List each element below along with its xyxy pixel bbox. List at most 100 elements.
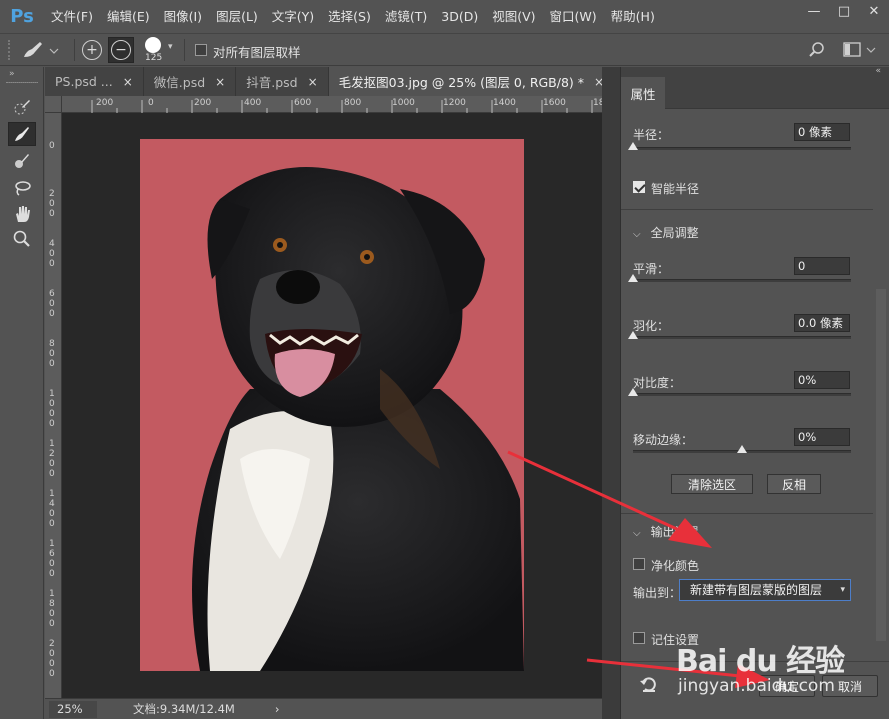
output-to-select[interactable]: 新建带有图层蒙版的图层 ▾ (679, 579, 851, 601)
baidu-watermark: Bai du 经验 jingyan.baidu.com (676, 636, 845, 696)
close-tab-icon[interactable]: × (215, 75, 225, 89)
slider-knob[interactable] (628, 274, 638, 282)
menu-type[interactable]: 文字(Y) (265, 0, 321, 33)
close-tab-icon[interactable]: × (308, 75, 318, 89)
document-canvas[interactable] (62, 113, 602, 698)
menu-help[interactable]: 帮助(H) (604, 0, 662, 33)
tab-label: 抖音.psd (246, 75, 298, 90)
ruler-tick: 8 0 0 (49, 339, 55, 369)
ruler-tick: 1 6 0 0 (49, 539, 55, 579)
contrast-input[interactable]: 0% (794, 371, 850, 389)
ruler-tick: 1 0 0 0 (49, 389, 55, 429)
options-bar: + − 125 ▾ 对所有图层取样 (0, 33, 889, 66)
menu-3d[interactable]: 3D(D) (434, 0, 485, 33)
refine-brush-tool-preset-icon[interactable] (20, 39, 60, 64)
close-tab-icon[interactable]: × (123, 75, 133, 89)
zoom-level-field[interactable]: 25% (49, 700, 97, 718)
tab-label: 毛发抠图03.jpg @ 25% (图层 0, RGB/8) * (338, 75, 585, 90)
divider (621, 513, 873, 514)
collapse-panel-icon[interactable]: « (875, 66, 881, 76)
brush-tool-icon[interactable] (8, 149, 36, 173)
ruler-origin[interactable] (45, 96, 62, 113)
lasso-tool-icon[interactable] (8, 176, 36, 200)
divider (184, 39, 185, 61)
subtract-mode-button[interactable]: − (108, 37, 134, 63)
minus-icon: − (111, 40, 131, 60)
sample-all-layers-checkbox[interactable] (195, 44, 207, 59)
quick-selection-tool-icon[interactable] (8, 95, 36, 119)
chevron-down-icon: ⌵ (633, 229, 641, 240)
brush-size-value: 125 (145, 53, 163, 63)
refine-edge-brush-tool-icon[interactable] (8, 122, 36, 146)
ruler-tick: 2 0 0 0 (49, 639, 55, 679)
tab-douyin-psd[interactable]: 抖音.psd × (236, 67, 329, 96)
search-icon[interactable] (808, 41, 826, 62)
output-to-value: 新建带有图层蒙版的图层 (690, 583, 823, 597)
menu-window[interactable]: 窗口(W) (543, 0, 604, 33)
smooth-slider[interactable] (628, 274, 851, 282)
horizontal-ruler[interactable]: 200 0 200 400 600 800 1000 1200 1400 160… (62, 96, 604, 113)
tab-hair-cutout[interactable]: 毛发抠图03.jpg @ 25% (图层 0, RGB/8) * × (328, 67, 616, 96)
decontaminate-checkbox[interactable] (633, 558, 645, 573)
remember-settings-checkbox[interactable] (633, 632, 645, 647)
window-controls: — □ ✕ (799, 0, 889, 22)
menu-select[interactable]: 选择(S) (321, 0, 378, 33)
menu-filter[interactable]: 滤镜(T) (378, 0, 434, 33)
clear-selection-button[interactable]: 清除选区 (671, 474, 753, 494)
hand-tool-icon[interactable] (8, 202, 36, 226)
feather-slider[interactable] (628, 331, 851, 339)
radius-slider[interactable] (628, 142, 851, 150)
ruler-tick: 0 (49, 141, 55, 151)
vertical-ruler[interactable]: 0 2 0 0 4 0 0 6 0 0 8 0 0 1 0 0 0 1 2 0 … (45, 113, 62, 698)
expand-detection-area-icon[interactable]: + (82, 40, 102, 60)
menu-view[interactable]: 视图(V) (485, 0, 542, 33)
invert-button[interactable]: 反相 (767, 474, 821, 494)
ruler-tick: 2 0 0 (49, 189, 55, 219)
feather-input[interactable]: 0.0 像素 (794, 314, 850, 332)
global-adjust-section[interactable]: ⌵ 全局调整 (633, 224, 699, 241)
shift-edge-label: 移动边缘： (633, 433, 694, 447)
minimize-button[interactable]: — (799, 0, 829, 22)
shift-edge-input[interactable]: 0% (794, 428, 850, 446)
menu-image[interactable]: 图像(I) (157, 0, 209, 33)
zoom-tool-icon[interactable] (8, 227, 36, 251)
slider-knob[interactable] (628, 142, 638, 150)
smooth-input[interactable]: 0 (794, 257, 850, 275)
radius-input[interactable]: 0 像素 (794, 123, 850, 141)
contrast-label: 对比度： (633, 376, 682, 390)
chevron-down-icon[interactable]: ▾ (168, 42, 173, 52)
shift-edge-slider[interactable] (633, 445, 851, 453)
panel-collapse-bar[interactable]: « (621, 66, 889, 77)
restore-button[interactable]: □ (829, 0, 859, 22)
tab-ps-psd[interactable]: PS.psd ... × (45, 67, 144, 96)
menu-layer[interactable]: 图层(L) (209, 0, 265, 33)
reset-icon[interactable] (639, 675, 659, 696)
menu-file[interactable]: 文件(F) (44, 0, 100, 33)
close-button[interactable]: ✕ (859, 0, 889, 22)
smart-radius-label: 智能半径 (651, 182, 700, 196)
tab-wechat-psd[interactable]: 微信.psd × (144, 67, 237, 96)
watermark-brand: Bai du 经验 (676, 644, 845, 679)
smart-radius-checkbox[interactable] (633, 181, 645, 196)
status-menu-arrow[interactable]: › (275, 702, 280, 716)
menu-bar: Ps 文件(F) 编辑(E) 图像(I) 图层(L) 文字(Y) 选择(S) 滤… (0, 0, 889, 33)
workspace-icon[interactable] (843, 41, 877, 62)
section-title: 输出设置 (650, 525, 699, 539)
panel-scrollbar[interactable] (876, 289, 886, 641)
ruler-ticks (91, 100, 593, 113)
brush-preview-icon[interactable] (145, 37, 161, 53)
tab-properties[interactable]: 属性 (621, 77, 665, 109)
feather-label: 羽化： (633, 319, 670, 333)
dog-photo[interactable] (140, 139, 524, 671)
output-settings-section[interactable]: ⌵ 输出设置 (633, 523, 699, 540)
contrast-slider[interactable] (628, 388, 851, 396)
slider-knob[interactable] (628, 331, 638, 339)
section-title: 全局调整 (650, 226, 699, 240)
slider-knob[interactable] (737, 445, 747, 453)
dog-illustration (192, 167, 524, 671)
menu-edit[interactable]: 编辑(E) (100, 0, 157, 33)
slider-knob[interactable] (628, 388, 638, 396)
document-size: 文档:9.34M/12.4M (133, 702, 235, 716)
grip-handle[interactable] (8, 40, 16, 60)
collapse-panel-icon[interactable]: » (9, 69, 15, 79)
